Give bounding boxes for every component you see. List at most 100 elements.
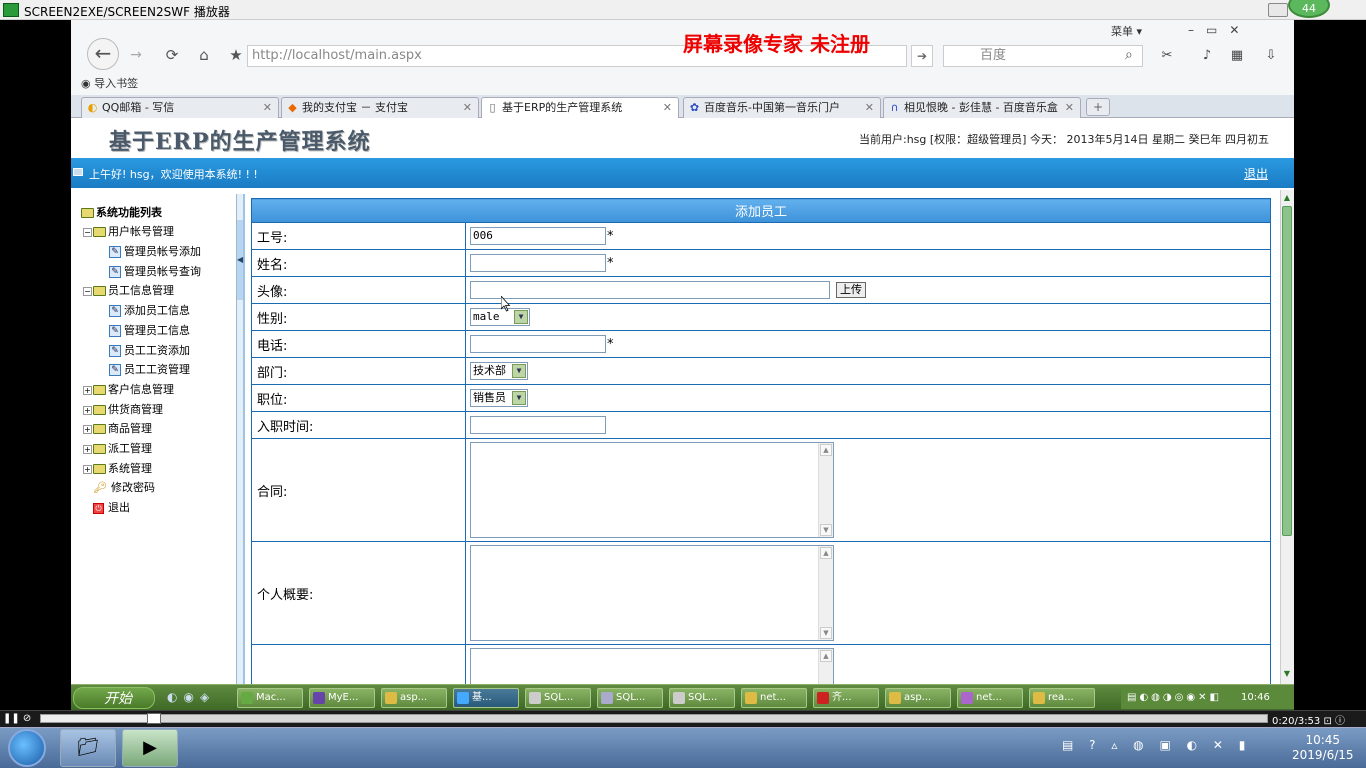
page-scrollbar-thumb[interactable] [1282, 206, 1292, 536]
gender-select[interactable]: male ▼ [470, 308, 530, 326]
tab-baidu-music[interactable]: ✿ 百度音乐-中国第一音乐门户 ✕ [683, 97, 881, 118]
player-minimize-button[interactable] [1268, 3, 1288, 17]
name-input[interactable] [470, 254, 606, 272]
new-tab-button[interactable]: + [1086, 98, 1110, 116]
collapse-icon[interactable]: − [83, 227, 92, 237]
close-icon[interactable]: ✕ [263, 98, 272, 117]
reload-icon[interactable]: ⟳ [161, 46, 183, 66]
textarea-scrollbar[interactable]: ▲▼ [818, 546, 833, 640]
tree-root[interactable]: 系统功能列表 [81, 204, 162, 222]
tab-qqmail[interactable]: ◐ QQ邮箱 - 写信 ✕ [81, 97, 279, 118]
taskbar-app[interactable]: SQL... [597, 688, 663, 708]
sidebar-item-add-employee[interactable]: ✎ 添加员工信息 [109, 302, 190, 320]
taskbar-app-active[interactable]: 基... [453, 688, 519, 708]
tab-music-box[interactable]: ∩ 相见恨晚 - 彭佳慧 - 百度音乐盒 ✕ [883, 97, 1081, 118]
sidebar-group-dispatch[interactable]: + 派工管理 [83, 440, 152, 458]
import-bookmarks-label[interactable]: 导入书签 [94, 77, 138, 90]
tab-alipay[interactable]: ◆ 我的支付宝 － 支付宝 ✕ [281, 97, 479, 118]
taskbar-app[interactable]: asp... [885, 688, 951, 708]
tab-erp[interactable]: ▯ 基于ERP的生产管理系统 ✕ [481, 97, 679, 119]
expand-icon[interactable]: + [83, 405, 92, 415]
hire-date-input[interactable] [470, 416, 606, 434]
forward-button[interactable]: → [125, 46, 147, 66]
taskbar-app[interactable]: net... [957, 688, 1023, 708]
taskbar-app[interactable]: MyE... [309, 688, 375, 708]
expand-icon[interactable]: + [83, 424, 92, 434]
sidebar-group-products[interactable]: + 商品管理 [83, 420, 152, 438]
sidebar-item-manage-salary[interactable]: ✎ 员工工资管理 [109, 361, 190, 379]
expand-icon[interactable]: + [83, 385, 92, 395]
close-icon[interactable]: ✕ [1065, 98, 1074, 117]
contract-textarea[interactable]: ▲ ▼ [470, 442, 834, 538]
expand-icon[interactable]: + [83, 444, 92, 454]
textarea-scrollbar[interactable]: ▲▼ [818, 649, 833, 684]
screen-recorder-taskbar-icon[interactable]: ▶ [122, 729, 178, 767]
employee-id-input[interactable]: 006 [470, 227, 606, 245]
back-button[interactable]: ← [87, 38, 119, 70]
sidebar-group-suppliers[interactable]: + 供货商管理 [83, 401, 163, 419]
department-select[interactable]: 技术部 ▼ [470, 362, 528, 380]
taskbar-app[interactable]: SQL... [525, 688, 591, 708]
avatar-file-input[interactable] [470, 281, 830, 299]
sidebar-item-admin-add[interactable]: ✎ 管理员帐号添加 [109, 243, 201, 261]
go-button[interactable]: ➔ [911, 45, 933, 67]
expand-icon[interactable]: + [83, 464, 92, 474]
collapse-sidebar-icon[interactable]: ◀ [237, 220, 243, 300]
logout-link[interactable]: 退出 [1244, 165, 1268, 182]
collapse-icon[interactable]: − [83, 286, 92, 296]
sidebar-group-employees[interactable]: − 员工信息管理 [83, 282, 174, 300]
search-input[interactable]: 百度 [943, 45, 1143, 67]
close-icon[interactable]: ✕ [865, 98, 874, 117]
sidebar-group-system[interactable]: + 系统管理 [83, 460, 152, 478]
scroll-up-icon[interactable]: ▲ [820, 650, 832, 662]
chevron-down-icon[interactable]: ▼ [512, 364, 526, 378]
phone-input[interactable] [470, 335, 606, 353]
scroll-up-icon[interactable]: ▲ [1280, 191, 1294, 205]
taskbar-app[interactable]: rea... [1029, 688, 1095, 708]
windows-start-button[interactable] [8, 729, 46, 767]
taskbar-app[interactable]: 齐... [813, 688, 879, 708]
quicklaunch-icons[interactable]: ◐◉◈ [167, 690, 215, 704]
explorer-taskbar-icon[interactable]: 📁︎ [60, 729, 116, 767]
scroll-up-icon[interactable]: ▲ [820, 444, 832, 456]
scroll-down-icon[interactable]: ▼ [1280, 667, 1294, 681]
sidebar-item-exit[interactable]: ⏻ 退出 [93, 499, 130, 517]
window-controls[interactable]: –▭✕ [1188, 23, 1251, 37]
bookmarks-bar[interactable]: ◉ 导入书签 [81, 75, 138, 91]
chevron-down-icon[interactable]: ▼ [512, 391, 526, 405]
sidebar-item-admin-query[interactable]: ✎ 管理员帐号查询 [109, 263, 201, 281]
tray-icons[interactable]: ▤◐◍◑◎◉✕◧ [1127, 692, 1222, 703]
taskbar-app[interactable]: Mac... [237, 688, 303, 708]
position-select[interactable]: 销售员 ▼ [470, 389, 528, 407]
windows-tray-icons[interactable]: ▤ ? ▵ ◍ ▣ ◐ ✕ ▮ [1062, 738, 1251, 752]
sidebar-group-users[interactable]: − 用户帐号管理 [83, 223, 174, 241]
scroll-down-icon[interactable]: ▼ [820, 627, 832, 639]
profile-textarea[interactable]: ▲ ▼ [470, 545, 834, 641]
browser-menu[interactable]: 菜单 ▾ [1111, 23, 1142, 39]
star-icon[interactable]: ★ [225, 46, 247, 66]
recorded-start-button[interactable]: 开始 [73, 687, 155, 709]
grid-icon[interactable]: ▦ [1227, 48, 1247, 64]
playback-slider-handle[interactable] [147, 713, 161, 724]
taskbar-app[interactable]: SQL... [669, 688, 735, 708]
textarea-scrollbar[interactable]: ▲▼ [818, 443, 833, 537]
home-icon[interactable]: ⌂ [193, 46, 215, 66]
download-icon[interactable]: ⇩ [1261, 48, 1281, 64]
search-icon[interactable]: ⌕ [1125, 47, 1133, 63]
scroll-up-icon[interactable]: ▲ [820, 547, 832, 559]
taskbar-app[interactable]: asp... [381, 688, 447, 708]
taskbar-app[interactable]: net... [741, 688, 807, 708]
sidebar-item-change-password[interactable]: 🔑︎ 修改密码 [93, 479, 155, 497]
upload-button[interactable]: 上传 [836, 282, 866, 298]
sidebar-item-add-salary[interactable]: ✎ 员工工资添加 [109, 342, 190, 360]
volume-icon[interactable]: ♪ [1197, 48, 1217, 64]
close-icon[interactable]: ✕ [463, 98, 472, 117]
sidebar-group-customers[interactable]: + 客户信息管理 [83, 381, 174, 399]
chevron-down-icon[interactable]: ▼ [514, 310, 528, 324]
windows-clock[interactable]: 10:45 2019/6/15 [1292, 733, 1354, 763]
extra-textarea[interactable]: ▲▼ [470, 648, 834, 684]
pause-icon[interactable]: ❚❚ ⊘ [3, 713, 31, 724]
sidebar-item-manage-employee[interactable]: ✎ 管理员工信息 [109, 322, 190, 340]
playback-progress[interactable] [40, 714, 1268, 723]
cut-icon[interactable]: ✂ [1157, 48, 1177, 64]
